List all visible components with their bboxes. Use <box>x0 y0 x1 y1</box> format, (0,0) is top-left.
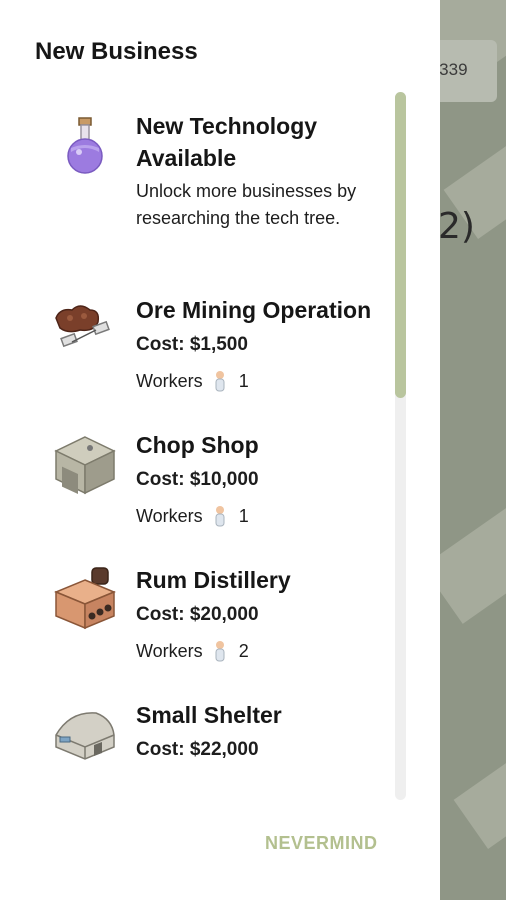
business-name: Chop Shop <box>136 432 259 458</box>
background-text: 2) <box>438 206 475 247</box>
business-workers: Workers 2 <box>136 638 386 664</box>
distillery-icon <box>50 566 120 636</box>
workers-count: 1 <box>238 506 249 526</box>
ore-mine-icon <box>50 296 120 366</box>
workers-label: Workers <box>136 371 203 391</box>
business-name: Ore Mining Operation <box>136 297 372 323</box>
business-cost: Cost: $1,500 <box>136 334 248 355</box>
worker-icon <box>213 640 227 662</box>
chop-shop-icon <box>50 431 120 501</box>
business-workers: Workers 1 <box>136 503 386 529</box>
tech-item-text: New Technology Available Unlock more bus… <box>136 110 386 232</box>
business-item-text: Small Shelter Cost: $22,000 <box>136 699 386 763</box>
nevermind-button[interactable]: NEVERMIND <box>265 833 378 854</box>
business-workers: Workers 1 <box>136 368 386 394</box>
potion-flask-icon <box>50 114 120 184</box>
business-name: Rum Distillery <box>136 567 291 593</box>
worker-icon <box>213 370 227 392</box>
business-cost: Cost: $10,000 <box>136 469 259 490</box>
dialog-title: New Business <box>35 38 198 65</box>
workers-label: Workers <box>136 641 203 661</box>
workers-label: Workers <box>136 506 203 526</box>
business-name: Small Shelter <box>136 702 282 728</box>
tech-item-title: New Technology Available <box>136 113 318 171</box>
tech-item-description: Unlock more businesses by researching th… <box>136 181 357 228</box>
shelter-icon <box>50 701 120 771</box>
business-item-text: Ore Mining Operation Cost: $1,500 Worker… <box>136 294 386 394</box>
workers-count: 1 <box>238 371 249 391</box>
business-item-text: Rum Distillery Cost: $20,000 Workers 2 <box>136 564 386 664</box>
business-item-text: Chop Shop Cost: $10,000 Workers 1 <box>136 429 386 529</box>
bg-terrain <box>453 731 506 849</box>
business-cost: Cost: $20,000 <box>136 604 259 625</box>
business-list[interactable]: New Technology Available Unlock more bus… <box>0 100 400 800</box>
workers-count: 2 <box>238 641 249 661</box>
new-business-dialog: New Business New Technology Available Un… <box>0 0 440 900</box>
worker-icon <box>213 505 227 527</box>
scrollbar-thumb[interactable] <box>395 92 406 398</box>
business-cost: Cost: $22,000 <box>136 739 259 760</box>
